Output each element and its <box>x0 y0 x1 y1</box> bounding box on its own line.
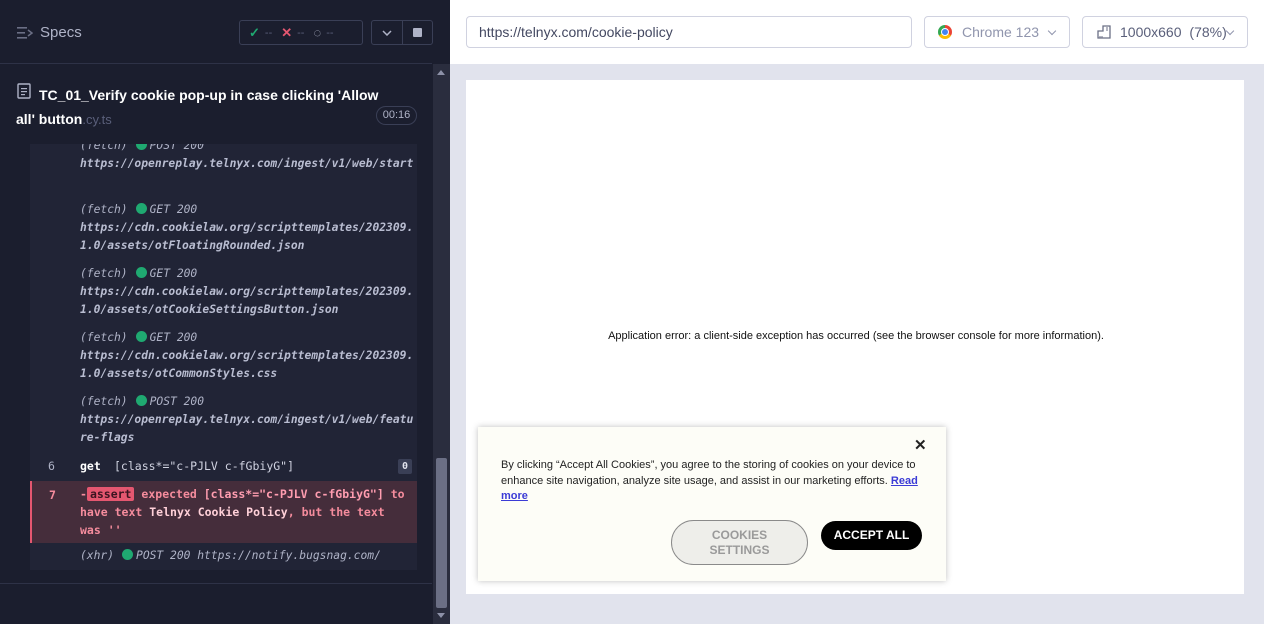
test-title-text: TC_01_Verify cookie pop-up in case click… <box>16 87 379 127</box>
failed-count: -- <box>297 26 305 39</box>
reporter-panel: Specs ✓ -- ✕ -- ◌ -- TC_01_Verify cookie… <box>0 0 450 624</box>
log-kind: (xhr) <box>80 549 115 562</box>
assert-command-row[interactable]: 7 - assert expected [class*="c-PJLV c-fGb… <box>30 481 417 543</box>
assert-actual-value: '' <box>107 523 122 537</box>
run-controls <box>371 20 433 45</box>
check-icon: ✓ <box>249 24 260 40</box>
test-duration: 00:16 <box>376 106 417 125</box>
stop-button[interactable] <box>401 21 432 44</box>
command-name: get <box>80 459 101 473</box>
log-kind: (fetch) <box>80 395 128 408</box>
list-icon[interactable] <box>17 26 33 40</box>
test-stats: ✓ -- ✕ -- ◌ -- <box>239 20 363 45</box>
settings-line2: SETTINGS <box>709 542 770 557</box>
scroll-thumb[interactable] <box>436 458 447 608</box>
passed-count: -- <box>264 26 273 39</box>
log-kind: (fetch) <box>80 331 128 344</box>
status-dot-icon <box>135 331 147 342</box>
browser-name: Chrome 123 <box>962 24 1040 40</box>
log-url: https://cdn.cookielaw.org/scripttemplate… <box>80 285 414 316</box>
log-kind: (fetch) <box>80 144 128 152</box>
stat-pending: ◌ -- <box>313 25 333 40</box>
chevron-down-icon <box>382 29 392 36</box>
log-method: POST 200 <box>136 549 191 562</box>
test-file-ext: .cy.ts <box>82 112 112 127</box>
settings-line1: COOKIES <box>711 527 768 542</box>
stat-passed: ✓ -- <box>249 25 272 41</box>
pending-count: -- <box>326 26 334 39</box>
test-title: TC_01_Verify cookie pop-up in case click… <box>16 83 396 132</box>
log-method: GET 200 <box>149 331 198 344</box>
chrome-icon <box>938 25 952 39</box>
test-header[interactable]: TC_01_Verify cookie pop-up in case click… <box>0 65 432 143</box>
accept-all-button[interactable]: ACCEPT ALL <box>821 521 922 550</box>
ruler-icon <box>1097 25 1111 39</box>
log-entry[interactable]: (fetch) GET 200 https://cdn.cookielaw.org/… <box>80 201 414 255</box>
cookie-banner: ✕ By clicking “Accept All Cookies”, you … <box>478 427 946 581</box>
status-dot-icon <box>135 203 147 214</box>
app-error-message: Application error: a client-side excepti… <box>608 330 1104 342</box>
viewport-zoom: (78%) <box>1189 24 1227 40</box>
status-dot-icon <box>122 549 134 560</box>
log-url: https://notify.bugsnag.com/ <box>197 549 381 562</box>
log-kind: (fetch) <box>80 203 128 216</box>
stop-icon <box>412 28 422 37</box>
assert-prefix: - <box>80 487 87 501</box>
log-method: POST 200 <box>149 144 205 152</box>
aut-header: https://telnyx.com/cookie-policy Chrome … <box>450 0 1264 64</box>
assert-selector: [class*="c-PJLV c-fGbiyG"] <box>203 487 384 501</box>
cookie-message: By clicking “Accept All Cookies”, you ag… <box>501 459 916 487</box>
divider <box>0 583 432 584</box>
log-scrollbar[interactable] <box>433 64 450 624</box>
cookie-text: By clicking “Accept All Cookies”, you ag… <box>501 458 926 505</box>
log-entry[interactable]: (fetch) POST 200 https://openreplay.telnyx… <box>80 393 414 447</box>
log-url: https://openreplay.telnyx.com/ingest/v1/… <box>80 413 414 444</box>
status-dot-icon <box>135 267 147 278</box>
log-method: POST 200 <box>149 395 205 408</box>
element-count-badge: 0 <box>398 459 412 474</box>
command-arg: [class*="c-PJLV c-fGbiyG"] <box>114 459 295 473</box>
log-method: GET 200 <box>149 203 198 216</box>
status-dot-icon <box>135 395 147 406</box>
x-icon: ✕ <box>281 24 293 40</box>
viewport-info[interactable]: 1000x660 (78%) <box>1082 16 1248 48</box>
cookies-settings-button[interactable]: COOKIES SETTINGS <box>671 520 808 565</box>
log-method: GET 200 <box>149 267 198 280</box>
spinner-icon: ◌ <box>313 25 322 40</box>
close-icon[interactable]: ✕ <box>914 436 927 454</box>
scroll-up-icon[interactable] <box>437 70 445 75</box>
log-entry[interactable]: (fetch) GET 200 https://cdn.cookielaw.org/… <box>80 265 414 319</box>
log-entry[interactable]: (fetch) POST 200 https://openreplay.telnyx… <box>80 144 414 173</box>
cookies-settings-label: COOKIES SETTINGS <box>709 528 769 558</box>
command-number: 7 <box>49 488 56 502</box>
status-dot-icon <box>135 144 147 150</box>
assert-message: - assert expected [class*="c-PJLV c-fGbiy… <box>80 485 410 539</box>
log-url: https://cdn.cookielaw.org/scripttemplate… <box>80 349 414 380</box>
url-bar[interactable]: https://telnyx.com/cookie-policy <box>466 16 912 48</box>
log-url: https://openreplay.telnyx.com/ingest/v1/… <box>80 157 414 170</box>
aut-iframe: Application error: a client-side excepti… <box>466 80 1244 594</box>
get-command-row[interactable]: 6 get [class*="c-PJLV c-fGbiyG"] 0 <box>30 459 417 477</box>
log-entry-xhr[interactable]: (xhr) POST 200 https://notify.bugsnag.com… <box>80 549 381 562</box>
log-entry[interactable]: (fetch) GET 200 https://cdn.cookielaw.org/… <box>80 329 414 383</box>
stat-failed: ✕ -- <box>281 25 304 41</box>
scroll-down-icon[interactable] <box>437 613 445 618</box>
command-log: (fetch) POST 200 https://openreplay.telnyx… <box>30 144 417 570</box>
collapse-button[interactable] <box>372 21 402 44</box>
chevron-down-icon <box>1047 26 1057 36</box>
specs-title[interactable]: Specs <box>40 24 82 41</box>
specs-header: Specs ✓ -- ✕ -- ◌ -- <box>0 0 433 64</box>
aut-panel: https://telnyx.com/cookie-policy Chrome … <box>450 0 1264 624</box>
log-url: https://cdn.cookielaw.org/scripttemplate… <box>80 221 414 252</box>
viewport-size: 1000x660 <box>1120 24 1182 40</box>
assert-badge: assert <box>86 487 135 501</box>
browser-selector[interactable]: Chrome 123 <box>924 16 1070 48</box>
chevron-down-icon <box>1225 26 1235 36</box>
assert-expected-value: Telnyx Cookie Policy <box>149 505 288 519</box>
assert-word-expected: expected <box>141 487 197 501</box>
command-number: 6 <box>48 459 55 473</box>
log-kind: (fetch) <box>80 267 128 280</box>
